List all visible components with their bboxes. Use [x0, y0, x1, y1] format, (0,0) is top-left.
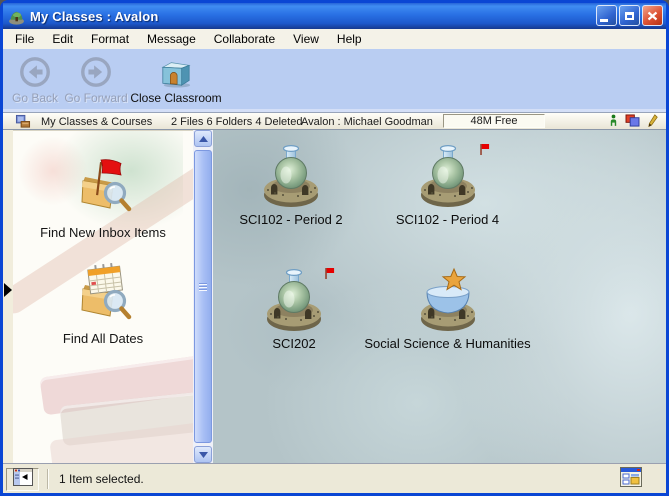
menu-bar: FileEditFormatMessageCollaborateViewHelp	[3, 29, 666, 49]
window-title: My Classes : Avalon	[30, 9, 159, 24]
layers-icon[interactable]	[625, 114, 640, 130]
minimize-button[interactable]	[596, 5, 617, 26]
back-arrow-icon	[18, 53, 52, 91]
sidebar-scrollbar	[193, 130, 213, 463]
menu-item-edit[interactable]: Edit	[43, 30, 82, 48]
item-counts: 2 Files 6 Folders 4 Deleted	[171, 116, 302, 128]
classroom-grid: SCI102 - Period 2 SCI102 - Period 4 SCI2…	[213, 130, 666, 463]
server-user-label: Avalon : Michael Goodman	[301, 116, 433, 128]
selection-status: 1 Item selected.	[59, 472, 144, 486]
classroom-icon	[417, 267, 479, 333]
new-content-flag-icon	[324, 267, 335, 285]
classroom-item-2[interactable]: SCI102 - Period 4	[375, 143, 520, 227]
panel-toggle-cell[interactable]	[6, 468, 39, 491]
menu-item-view[interactable]: View	[284, 30, 328, 48]
classroom-box-icon	[158, 53, 194, 91]
app-window: My Classes : Avalon FileEditFormatMessag…	[0, 0, 669, 496]
classroom-label: Social Science & Humanities	[364, 336, 530, 351]
sidebar-item-find-new-inbox-items[interactable]: Find New Inbox Items	[13, 153, 193, 240]
go-back-button[interactable]: Go Back	[7, 53, 63, 105]
sidebar-item-label: Find New Inbox Items	[40, 225, 166, 240]
classroom-icon	[260, 143, 322, 209]
sidebar-item-label: Find All Dates	[63, 331, 143, 346]
expand-arrow-icon	[4, 283, 12, 297]
background-art	[39, 349, 193, 416]
go-forward-label: Go Forward	[64, 91, 127, 105]
statusbar-divider	[47, 469, 48, 489]
menu-item-collaborate[interactable]: Collaborate	[205, 30, 284, 48]
status-bar: 1 Item selected.	[3, 463, 666, 493]
app-icon	[8, 8, 25, 25]
menu-item-file[interactable]: File	[6, 30, 43, 48]
info-bar: My Classes & Courses 2 Files 6 Folders 4…	[3, 112, 666, 130]
location-label: My Classes & Courses	[41, 116, 152, 128]
classroom-label: SCI202	[272, 336, 315, 351]
infobar-icons	[609, 114, 658, 129]
classroom-icon	[263, 267, 325, 333]
background-art	[49, 413, 193, 463]
classroom-item-4[interactable]: Social Science & Humanities	[345, 267, 550, 351]
sidebar-panel: Find New Inbox Items	[13, 130, 193, 463]
menu-item-format[interactable]: Format	[82, 30, 138, 48]
go-forward-button[interactable]: Go Forward	[61, 53, 131, 105]
hide-panel-icon	[13, 468, 33, 491]
scrollbar-grip	[199, 283, 207, 291]
background-art	[59, 384, 193, 446]
classroom-label: SCI102 - Period 2	[239, 212, 342, 227]
go-back-label: Go Back	[12, 91, 58, 105]
scroll-down-button[interactable]	[194, 446, 212, 463]
new-content-flag-icon	[479, 143, 490, 161]
menu-item-help[interactable]: Help	[328, 30, 371, 48]
pencil-icon[interactable]	[647, 114, 658, 130]
find-dates-icon	[69, 259, 137, 328]
classroom-label: SCI102 - Period 4	[396, 212, 499, 227]
layout-view-icon	[620, 467, 642, 492]
close-classroom-button[interactable]: Close Classroom	[125, 53, 227, 105]
content-area: Find New Inbox Items	[3, 130, 666, 463]
title-bar: My Classes : Avalon	[3, 3, 666, 29]
free-space-indicator: 48M Free	[443, 114, 545, 128]
classroom-item-1[interactable]: SCI102 - Period 2	[223, 143, 359, 227]
forward-arrow-icon	[79, 53, 113, 91]
close-classroom-label: Close Classroom	[130, 91, 221, 105]
view-layout-button[interactable]	[618, 468, 644, 491]
classroom-icon	[417, 143, 479, 209]
window-controls	[596, 5, 663, 26]
close-button[interactable]	[642, 5, 663, 26]
person-icon[interactable]	[609, 114, 618, 130]
scroll-up-button[interactable]	[194, 130, 212, 147]
menu-item-message[interactable]: Message	[138, 30, 205, 48]
scrollbar-thumb[interactable]	[194, 150, 212, 443]
toolbar: Go Back Go Forward Close Cl	[3, 49, 666, 109]
sidebar-item-find-all-dates[interactable]: Find All Dates	[13, 259, 193, 346]
window-body: My Classes : Avalon FileEditFormatMessag…	[3, 3, 666, 493]
classroom-item-3[interactable]: SCI202	[239, 267, 349, 351]
maximize-button[interactable]	[619, 5, 640, 26]
desk-icon	[15, 114, 31, 129]
find-inbox-icon	[69, 153, 137, 222]
panel-collapse-handle[interactable]	[3, 130, 13, 463]
